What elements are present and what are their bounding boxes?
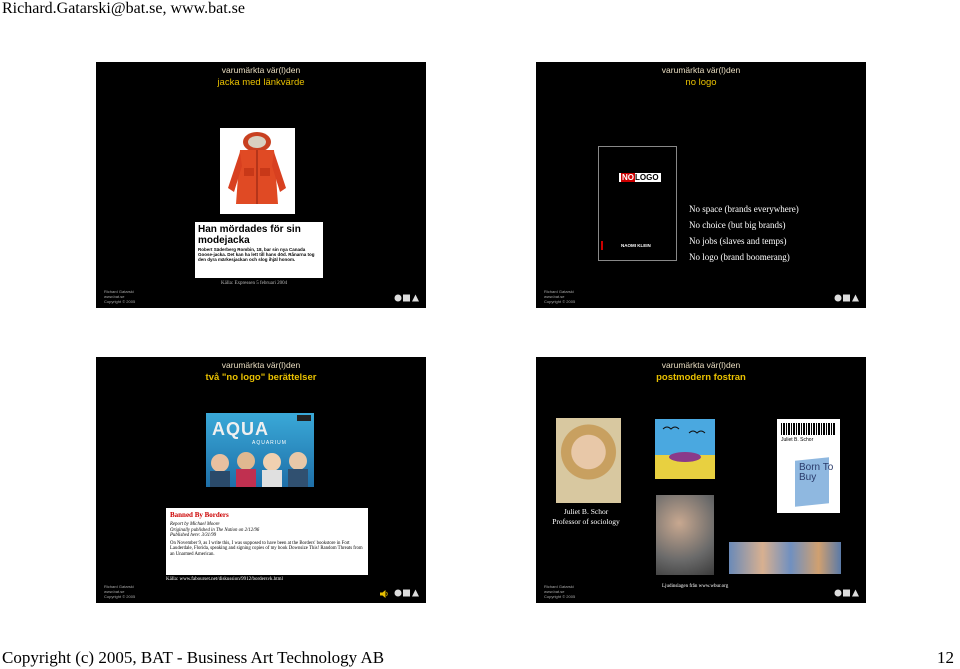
slide-no-logo-stories: varumärkta vär(l)den två "no logo" berät… bbox=[96, 357, 426, 603]
born-to-buy-book: Juliet B. Schor Born To Buy bbox=[777, 419, 840, 513]
point-line: No choice (but big brands) bbox=[689, 220, 786, 230]
aqua-album-cover: AQUA AQUARIUM bbox=[206, 413, 314, 487]
red-jacket-image bbox=[220, 128, 295, 214]
page-header: Richard.Gatarski@bat.se, www.bat.se bbox=[2, 0, 245, 17]
faces-image bbox=[729, 542, 841, 574]
album-subtitle: AQUARIUM bbox=[252, 440, 287, 446]
book-title: NOLOGO bbox=[619, 173, 661, 182]
report-headline: Banned By Borders bbox=[170, 511, 229, 519]
slide-source: Ljudinslagen från www.wbur.org bbox=[662, 584, 729, 589]
band-members-image bbox=[210, 452, 308, 487]
book-title: Born To Buy bbox=[799, 462, 834, 483]
report-text: On November 9, as I write this, I was su… bbox=[170, 540, 363, 557]
bat-logo-icon bbox=[834, 294, 859, 302]
news-clipping: Han mördades för sin modejacka Robert Sä… bbox=[195, 222, 323, 278]
bat-logo-icon bbox=[394, 294, 419, 302]
news-headline: Han mördades för sin modejacka bbox=[198, 224, 301, 246]
album-title: AQUA bbox=[212, 419, 269, 439]
news-body: Robert Säderberg Rombin, 18, bar sin nya… bbox=[198, 247, 315, 262]
slide-subtitle: no logo bbox=[685, 77, 717, 88]
slide-source: Källa: Expressen 5 februari 2004 bbox=[221, 281, 288, 286]
slide-subtitle: jacka med länkvärde bbox=[217, 77, 305, 88]
baby-image bbox=[656, 495, 714, 575]
slide-subtitle: postmodern fostran bbox=[656, 372, 746, 383]
bat-logo-icon bbox=[394, 589, 419, 597]
slide-credit: Richard Gatarski www.bat.se Copyright © … bbox=[104, 289, 136, 304]
book-author: NAOMI KLEIN bbox=[621, 243, 651, 248]
juliet-schor-portrait bbox=[556, 418, 621, 503]
point-line: No space (brands everywhere) bbox=[689, 204, 799, 214]
slide-source: Källa: www.fabourset.net/diskussion/9912… bbox=[166, 577, 283, 582]
book-author: Juliet B. Schor bbox=[781, 437, 814, 443]
slide-credit: Richard Gatarski www.bat.se Copyright © … bbox=[104, 584, 136, 599]
point-line: No jobs (slaves and temps) bbox=[689, 236, 787, 246]
banned-by-borders-report: Banned By Borders Report by Michael Moor… bbox=[166, 508, 368, 575]
slide-postmodern: varumärkta vär(l)den postmodern fostran … bbox=[536, 357, 866, 603]
report-meta: Report by Michael Moore Originally publi… bbox=[170, 522, 260, 539]
slide-top-title: varumärkta vär(l)den bbox=[661, 65, 741, 75]
page-footer: Copyright (c) 2005, BAT - Business Art T… bbox=[2, 648, 385, 667]
slide-jacka: varumärkta vär(l)den jacka med länkvärde… bbox=[96, 62, 426, 308]
no-logo-book-cover: NOLOGO NAOMI KLEIN bbox=[598, 146, 677, 261]
slide-top-title: varumärkta vär(l)den bbox=[661, 360, 741, 370]
slide-credit: Richard Gatarski www.bat.se Copyright © … bbox=[544, 584, 576, 599]
speaker-icon[interactable] bbox=[379, 589, 389, 599]
slide-no-logo: varumärkta vär(l)den no logo NOLOGO NAOM… bbox=[536, 62, 866, 308]
portrait-caption: Juliet B. Schor Professor of sociology bbox=[552, 507, 620, 526]
page-number: 12 bbox=[937, 648, 954, 667]
birds-illustration bbox=[655, 419, 715, 479]
slide-top-title: varumärkta vär(l)den bbox=[221, 360, 301, 370]
barcode bbox=[781, 423, 835, 435]
point-line: No logo (brand boomerang) bbox=[689, 252, 790, 262]
slide-top-title: varumärkta vär(l)den bbox=[221, 65, 301, 75]
slide-credit: Richard Gatarski www.bat.se Copyright © … bbox=[544, 289, 576, 304]
slide-subtitle: två "no logo" berättelser bbox=[205, 372, 317, 383]
album-tag bbox=[297, 415, 311, 421]
bat-logo-icon bbox=[834, 589, 859, 597]
no-logo-points: No space (brands everywhere) No choice (… bbox=[689, 201, 799, 265]
book-stripe bbox=[601, 241, 603, 250]
